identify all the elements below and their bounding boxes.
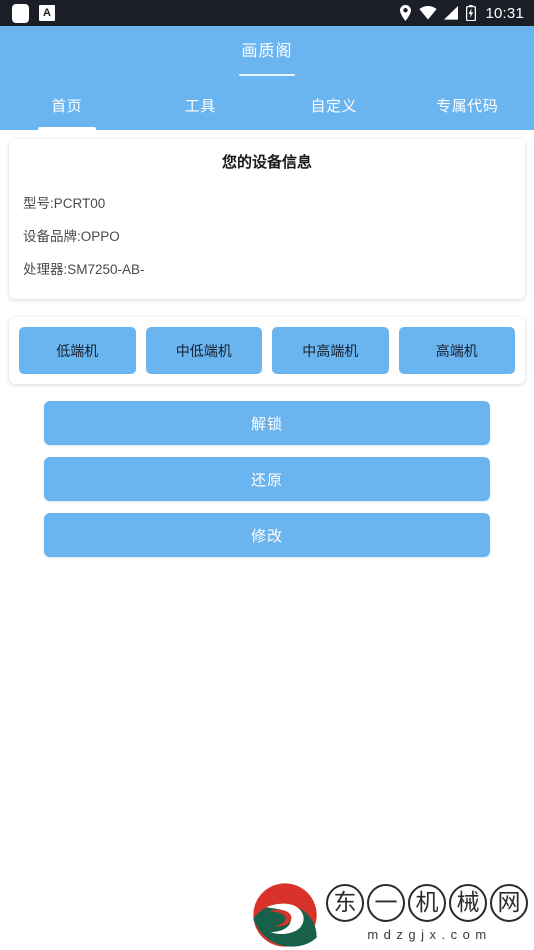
device-tier-card: 低端机 中低端机 中高端机 高端机 (9, 317, 525, 384)
device-info-card: 您的设备信息 型号:PCRT00 设备品牌:OPPO 处理器:SM7250-AB… (9, 139, 525, 299)
chip-mid-low-end[interactable]: 中低端机 (145, 327, 262, 374)
status-bar-left-icons: A (12, 3, 55, 23)
battery-charging-icon (466, 5, 477, 21)
location-pin-icon (400, 5, 412, 21)
tab-home-label: 首页 (51, 97, 83, 115)
watermark-char-dong: 东 (326, 884, 364, 922)
chip-high-end[interactable]: 高端机 (398, 327, 515, 374)
watermark-text-block: 东 一 机 械 网 mdzgjx.com (326, 882, 528, 942)
watermark-char-xie: 械 (449, 884, 487, 922)
page-title: 画质阁 (241, 43, 293, 60)
wifi-icon (419, 6, 438, 20)
device-processor-line: 处理器:SM7250-AB- (23, 262, 145, 277)
chip-mid-high-end[interactable]: 中高端机 (272, 327, 389, 374)
rounded-square-icon (12, 3, 29, 23)
watermark-characters: 东 一 机 械 网 (326, 884, 528, 922)
device-brand-line: 设备品牌:OPPO (23, 229, 120, 244)
action-button-group: 解锁 还原 修改 (44, 401, 490, 557)
device-model-line: 型号:PCRT00 (23, 196, 106, 211)
watermark-char-ji: 机 (408, 884, 446, 922)
tab-exclusive-code-label: 专属代码 (436, 97, 499, 115)
tab-exclusive-code[interactable]: 专属代码 (401, 80, 534, 130)
watermark-char-wang: 网 (490, 884, 528, 922)
dongyi-logo-icon (253, 883, 317, 947)
title-underline (239, 74, 295, 76)
watermark: 东 一 机 械 网 mdzgjx.com (252, 882, 528, 948)
chip-low-end[interactable]: 低端机 (19, 327, 136, 374)
tab-tools-label: 工具 (184, 97, 216, 115)
watermark-char-yi: 一 (367, 884, 405, 922)
unlock-button[interactable]: 解锁 (44, 401, 490, 445)
tab-custom-label: 自定义 (310, 97, 357, 115)
main-content: 您的设备信息 型号:PCRT00 设备品牌:OPPO 处理器:SM7250-AB… (0, 139, 534, 557)
device-info-title: 您的设备信息 (221, 154, 312, 171)
tab-active-indicator (37, 127, 96, 130)
app-screen: A 10:31 画质阁 首页 工具 自定义 专属代码 您的设备信息 型号:PCR… (0, 0, 534, 950)
status-bar: A 10:31 (0, 0, 534, 26)
tab-tools[interactable]: 工具 (134, 80, 268, 130)
modify-button[interactable]: 修改 (44, 513, 490, 557)
status-bar-right-icons: 10:31 (399, 5, 524, 22)
tab-home[interactable]: 首页 (0, 80, 134, 130)
app-header: 画质阁 (0, 26, 534, 80)
signal-icon (444, 6, 459, 20)
watermark-domain: mdzgjx.com (367, 927, 492, 942)
tab-custom[interactable]: 自定义 (267, 80, 401, 130)
status-bar-clock: 10:31 (485, 4, 524, 22)
letter-a-badge-icon: A (39, 5, 55, 21)
restore-button[interactable]: 还原 (44, 457, 490, 501)
tab-bar: 首页 工具 自定义 专属代码 (0, 80, 534, 130)
